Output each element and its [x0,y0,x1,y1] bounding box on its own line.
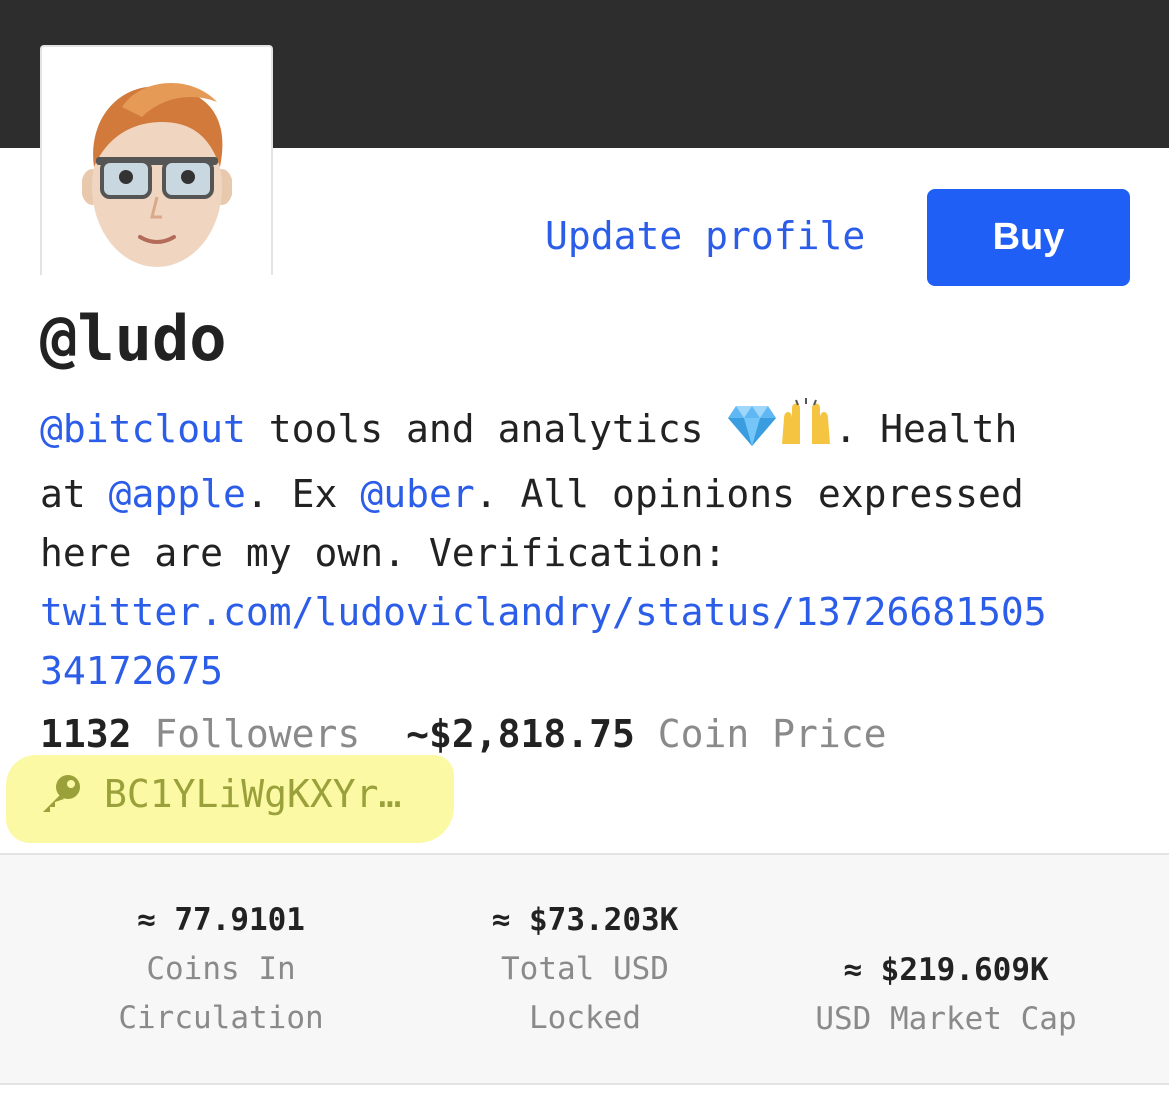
memoji-avatar-icon [82,83,232,267]
update-profile-link[interactable]: Update profile [545,214,865,258]
mention-bitclout[interactable]: @bitclout [40,407,246,451]
profile-stats: 1132 Followers ~$2,818.75 Coin Price [40,712,887,756]
bio-text: at [40,472,109,516]
bio-text: tools and analytics [245,407,727,451]
key-icon [43,775,80,812]
bio-text: . Ex [245,472,361,516]
username: @ludo [40,302,227,375]
metric-value: ≈ $219.609K [843,952,1049,988]
verification-link[interactable]: twitter.com/ludoviclandry/status/1372668… [40,590,1047,634]
bio-text: . All opinions expressed [474,472,1024,516]
mention-apple[interactable]: @apple [109,472,246,516]
public-key-row[interactable]: BC1YLiWgKXYr… [40,772,401,816]
metric-usd-market-cap: ≈ $219.609K USD Market Cap [765,945,1127,1044]
metric-total-usd-locked: ≈ $73.203K Total USD Locked [404,895,766,1043]
metric-coins-in-circulation: ≈ 77.9101 Coins In Circulation [40,895,402,1043]
metric-caption: Total USD [501,951,669,987]
metric-caption: Circulation [118,1000,324,1036]
avatar [40,45,273,275]
metric-caption: USD Market Cap [815,1001,1077,1037]
buy-button[interactable]: Buy [927,189,1130,286]
coin-price-label: Coin Price [657,712,887,756]
followers-label[interactable]: Followers [154,712,360,756]
metric-caption: Coins In [146,951,296,987]
coin-metrics-panel: ≈ 77.9101 Coins In Circulation ≈ $73.203… [0,855,1169,1083]
bio-text: here are my own. Verification: [40,531,727,575]
raising-hands-emoji-icon [778,398,834,465]
public-key-value[interactable]: BC1YLiWgKXYr… [104,772,401,816]
gem-emoji-icon [726,402,778,465]
bio-text: . Health [834,407,1018,451]
divider [0,1083,1169,1085]
metric-value: ≈ $73.203K [491,902,679,938]
metric-caption: Locked [529,1000,641,1036]
verification-link-continued[interactable]: 34172675 [40,649,223,693]
followers-count[interactable]: 1132 [40,712,132,756]
mention-uber[interactable]: @uber [360,472,474,516]
metric-value: ≈ 77.9101 [137,902,305,938]
profile-bio: @bitclout tools and analytics . Health a… [40,398,1130,701]
coin-price-value: ~$2,818.75 [406,712,635,756]
